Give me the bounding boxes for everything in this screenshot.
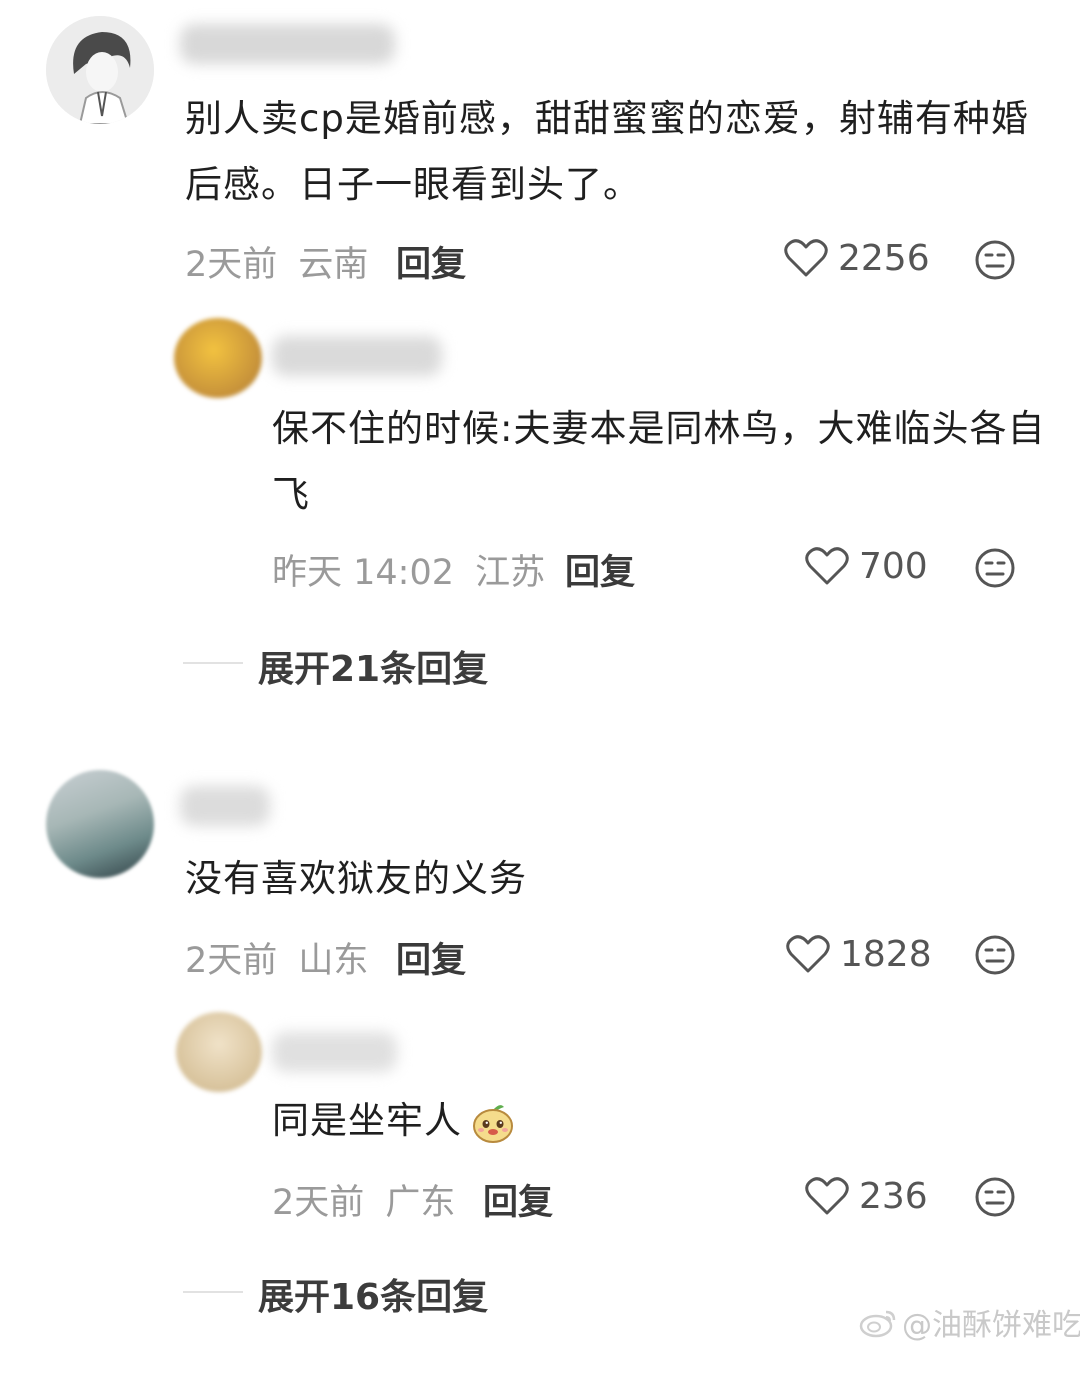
reply-time: 昨天 14:02 — [272, 553, 454, 593]
reply-region: 广东 — [385, 1183, 456, 1223]
comment-region: 山东 — [298, 941, 369, 981]
reply-meta: 昨天 14:02 江苏 — [272, 544, 545, 595]
comment-meta: 2天前 山东 — [185, 932, 368, 983]
like-count: 1828 — [840, 933, 932, 975]
avatar[interactable] — [46, 16, 154, 124]
avatar[interactable] — [176, 1012, 262, 1092]
neutral-face-icon[interactable] — [974, 934, 1016, 976]
like-count: 700 — [859, 545, 928, 587]
username-blurred[interactable] — [272, 336, 442, 376]
reply-meta: 2天前 广东 — [272, 1174, 455, 1225]
sub-reply: 同是坐牢人 2天前 广东 回复 236 — [0, 1010, 1080, 1240]
comment-time: 2天前 — [185, 941, 278, 981]
watermark-text: @油酥饼难吃 — [902, 1308, 1080, 1343]
neutral-face-icon[interactable] — [974, 1176, 1016, 1218]
comment-region: 云南 — [298, 245, 369, 285]
like-count: 2256 — [838, 237, 930, 279]
like-button[interactable]: 700 — [805, 544, 928, 588]
like-button[interactable]: 236 — [805, 1174, 928, 1218]
reply-button[interactable]: 回复 — [483, 1174, 553, 1225]
divider-line — [183, 662, 243, 664]
weibo-logo-icon — [859, 1310, 896, 1338]
pear-face-emoji — [473, 1105, 513, 1143]
reply-text: 同是坐牢人 — [272, 1099, 462, 1142]
comment-meta: 2天前 云南 — [185, 236, 368, 287]
neutral-face-icon[interactable] — [974, 547, 1016, 589]
reply-region: 江苏 — [475, 553, 546, 593]
username-blurred[interactable] — [272, 1032, 397, 1072]
reply-text: 保不住的时候:夫妻本是同林鸟，大难临头各自飞 — [272, 407, 1046, 516]
avatar[interactable] — [46, 770, 154, 878]
sub-reply: 保不住的时候:夫妻本是同林鸟，大难临头各自飞 昨天 14:02 江苏 回复 70… — [0, 300, 1080, 610]
expand-replies-button[interactable]: 展开21条回复 — [258, 640, 488, 692]
comment-text: 没有喜欢狱友的义务 — [185, 857, 527, 900]
heart-outline-icon — [784, 239, 828, 277]
reply-button[interactable]: 回复 — [565, 544, 635, 595]
reply-text-row: 同是坐牢人 — [272, 1088, 1032, 1154]
username-blurred[interactable] — [180, 786, 270, 826]
neutral-face-icon[interactable] — [974, 239, 1016, 281]
like-button[interactable]: 1828 — [786, 932, 932, 976]
heart-outline-icon — [805, 1177, 849, 1215]
reply-time: 2天前 — [272, 1183, 365, 1223]
divider-line — [183, 1291, 243, 1293]
heart-outline-icon — [786, 935, 830, 973]
reply-button[interactable]: 回复 — [396, 236, 466, 287]
username-blurred[interactable] — [180, 24, 395, 64]
comment-text: 别人卖cp是婚前感，甜甜蜜蜜的恋爱，射辅有种婚后感。日子一眼看到头了。 — [185, 97, 1029, 206]
heart-outline-icon — [805, 547, 849, 585]
expand-replies-button[interactable]: 展开16条回复 — [258, 1268, 488, 1320]
comment-time: 2天前 — [185, 245, 278, 285]
comment: 没有喜欢狱友的义务 2天前 山东 回复 1828 同是坐牢人 2天前 广东 回复… — [0, 740, 1080, 1340]
avatar[interactable] — [174, 318, 262, 398]
like-button[interactable]: 2256 — [784, 236, 930, 280]
reply-button[interactable]: 回复 — [396, 932, 466, 983]
comment: 别人卖cp是婚前感，甜甜蜜蜜的恋爱，射辅有种婚后感。日子一眼看到头了。 2天前 … — [0, 0, 1080, 700]
watermark: @油酥饼难吃 — [858, 1300, 1080, 1344]
like-count: 236 — [859, 1175, 928, 1217]
